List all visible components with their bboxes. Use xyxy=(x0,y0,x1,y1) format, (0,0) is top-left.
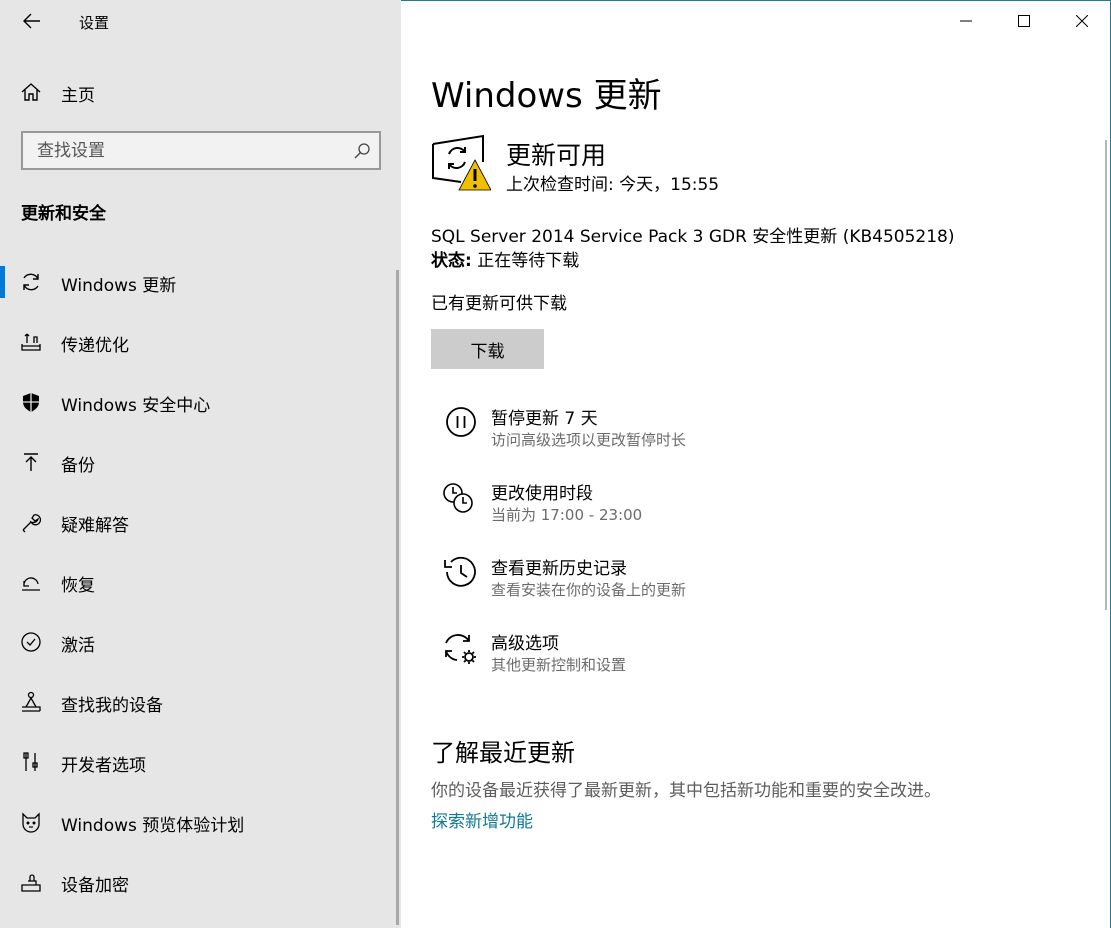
advanced-options-gear-icon xyxy=(445,634,476,664)
sidebar-item-label: 疑难解答 xyxy=(61,516,129,536)
learn-description: 你的设备最近获得了最新更新，其中包括新功能和重要的安全改进。 xyxy=(431,781,941,801)
search-input[interactable] xyxy=(23,133,343,168)
option-subtitle: 查看安装在你的设备上的更新 xyxy=(491,581,687,599)
active-indicator xyxy=(0,266,5,298)
status-heading: 更新可用 xyxy=(506,141,607,170)
sidebar-nav: Windows 更新 传递优化 Windows 安全中心 备份 疑难解答 恢复 … xyxy=(0,252,401,912)
sidebar-scrollbar[interactable] xyxy=(396,270,399,925)
check-circle-icon xyxy=(21,632,41,652)
option-subtitle: 访问高级选项以更改暂停时长 xyxy=(491,431,687,449)
sidebar-item-troubleshoot[interactable]: 疑难解答 xyxy=(0,492,397,552)
section-title: 更新和安全 xyxy=(21,204,106,224)
option-update-history[interactable]: 查看更新历史记录 查看安装在你的设备上的更新 xyxy=(441,554,841,614)
pause-icon xyxy=(446,407,476,437)
sidebar-item-label: 设备加密 xyxy=(61,876,129,896)
learn-title: 了解最近更新 xyxy=(431,739,575,767)
back-button[interactable] xyxy=(16,6,48,36)
main-content: Windows 更新 更新可用 上次检查时间: 今天，15:55 SQL Ser… xyxy=(431,0,1091,928)
sidebar-item-backup[interactable]: 备份 xyxy=(0,432,397,492)
device-encryption-icon xyxy=(21,874,41,892)
option-pause-updates[interactable]: 暂停更新 7 天 访问高级选项以更改暂停时长 xyxy=(441,404,841,464)
option-active-hours[interactable]: 更改使用时段 当前为 17:00 - 23:00 xyxy=(441,479,841,539)
sidebar-item-recovery[interactable]: 恢复 xyxy=(0,552,397,612)
explore-new-features-link[interactable]: 探索新增功能 xyxy=(431,807,533,832)
sidebar-item-find-my-device[interactable]: 查找我的设备 xyxy=(0,672,397,732)
search-icon[interactable] xyxy=(353,142,371,160)
sidebar-item-home[interactable]: 主页 xyxy=(0,70,401,114)
app-title: 设置 xyxy=(79,14,110,32)
titlebar-left: 设置 xyxy=(0,0,401,42)
update-state: 状态: 正在等待下载 xyxy=(431,246,579,271)
home-icon xyxy=(21,83,41,101)
sidebar-item-label: Windows 预览体验计划 xyxy=(61,816,245,836)
search-box[interactable] xyxy=(21,131,381,170)
history-icon xyxy=(444,556,476,587)
sidebar-item-label: Windows 更新 xyxy=(61,276,177,296)
sidebar-item-label: 开发者选项 xyxy=(61,756,146,776)
sidebar-item-label: 主页 xyxy=(61,86,95,106)
update-name: SQL Server 2014 Service Pack 3 GDR 安全性更新… xyxy=(431,227,955,247)
main-scrollbar[interactable] xyxy=(1105,140,1107,610)
download-button[interactable]: 下载 xyxy=(431,329,544,369)
find-device-icon xyxy=(22,691,41,712)
wrench-icon xyxy=(22,514,42,533)
sidebar-item-label: 备份 xyxy=(61,456,95,476)
shield-icon xyxy=(23,393,39,412)
option-title: 更改使用时段 xyxy=(491,484,593,504)
back-arrow-icon xyxy=(23,13,40,29)
sidebar-item-label: 查找我的设备 xyxy=(61,696,163,716)
sync-icon xyxy=(23,273,39,291)
recovery-icon xyxy=(22,577,40,591)
update-warning-icon xyxy=(432,134,491,191)
page-title: Windows 更新 xyxy=(431,76,662,116)
option-title: 查看更新历史记录 xyxy=(491,559,627,579)
sidebar-item-windows-update[interactable]: Windows 更新 xyxy=(0,252,397,312)
sidebar-item-windows-security[interactable]: Windows 安全中心 xyxy=(0,372,397,432)
sidebar-item-label: 激活 xyxy=(61,636,95,656)
available-text: 已有更新可供下载 xyxy=(431,294,567,314)
sidebar-item-label: 恢复 xyxy=(61,576,95,596)
sidebar-item-developer-options[interactable]: 开发者选项 xyxy=(0,732,397,792)
sidebar-item-windows-insider[interactable]: Windows 预览体验计划 xyxy=(0,792,397,852)
sidebar-item-activation[interactable]: 激活 xyxy=(0,612,397,672)
option-advanced-options[interactable]: 高级选项 其他更新控制和设置 xyxy=(441,629,841,689)
option-title: 暂停更新 7 天 xyxy=(491,409,598,429)
option-subtitle: 当前为 17:00 - 23:00 xyxy=(491,506,643,524)
sidebar-item-delivery-optimization[interactable]: 传递优化 xyxy=(0,312,397,372)
developer-tools-icon xyxy=(23,752,38,771)
insider-cat-icon xyxy=(22,812,40,833)
active-hours-clock-icon xyxy=(443,483,473,513)
sidebar-item-label: 传递优化 xyxy=(61,336,129,356)
sidebar-item-label: Windows 安全中心 xyxy=(61,396,211,416)
sidebar-item-device-encryption[interactable]: 设备加密 xyxy=(0,852,397,912)
last-checked-time: 上次检查时间: 今天，15:55 xyxy=(506,175,720,195)
option-title: 高级选项 xyxy=(491,634,559,654)
option-subtitle: 其他更新控制和设置 xyxy=(491,656,627,674)
backup-arrow-icon xyxy=(24,453,38,471)
delivery-optimization-icon xyxy=(21,333,41,351)
update-state-label: 状态: xyxy=(431,251,472,271)
update-state-value: 正在等待下载 xyxy=(477,251,580,271)
sidebar: 设置 主页 更新和安全 Windows 更新 传递优化 xyxy=(0,0,401,928)
